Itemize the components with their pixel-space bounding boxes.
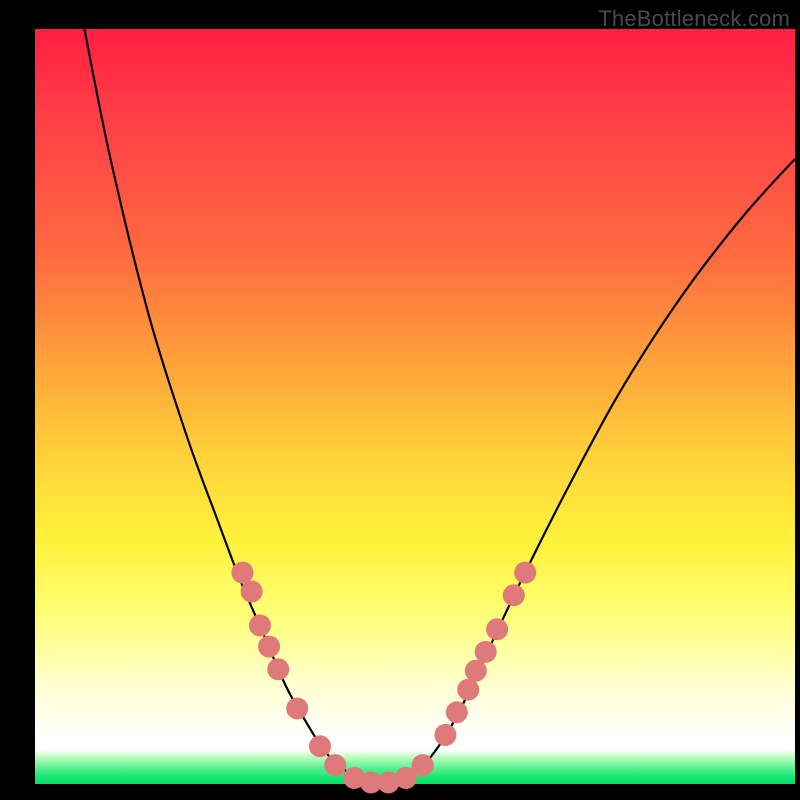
plot-area xyxy=(35,29,795,784)
data-dot xyxy=(412,754,434,776)
data-dot xyxy=(309,735,331,757)
data-dot xyxy=(465,660,487,682)
data-dot xyxy=(475,641,497,663)
data-dot xyxy=(446,701,468,723)
data-dot xyxy=(258,636,280,658)
data-dot xyxy=(503,584,525,606)
data-dot xyxy=(286,697,308,719)
data-dot xyxy=(514,562,536,584)
bottleneck-curve xyxy=(84,29,795,783)
outer-frame: TheBottleneck.com xyxy=(0,0,800,800)
data-dot xyxy=(434,724,456,746)
data-dot xyxy=(486,618,508,640)
watermark-text: TheBottleneck.com xyxy=(598,6,790,32)
data-dot xyxy=(457,679,479,701)
data-dot xyxy=(324,754,346,776)
data-dot xyxy=(241,580,263,602)
curve-svg xyxy=(35,29,795,784)
data-dot xyxy=(231,562,253,584)
data-dot xyxy=(267,658,289,680)
data-dot xyxy=(249,614,271,636)
